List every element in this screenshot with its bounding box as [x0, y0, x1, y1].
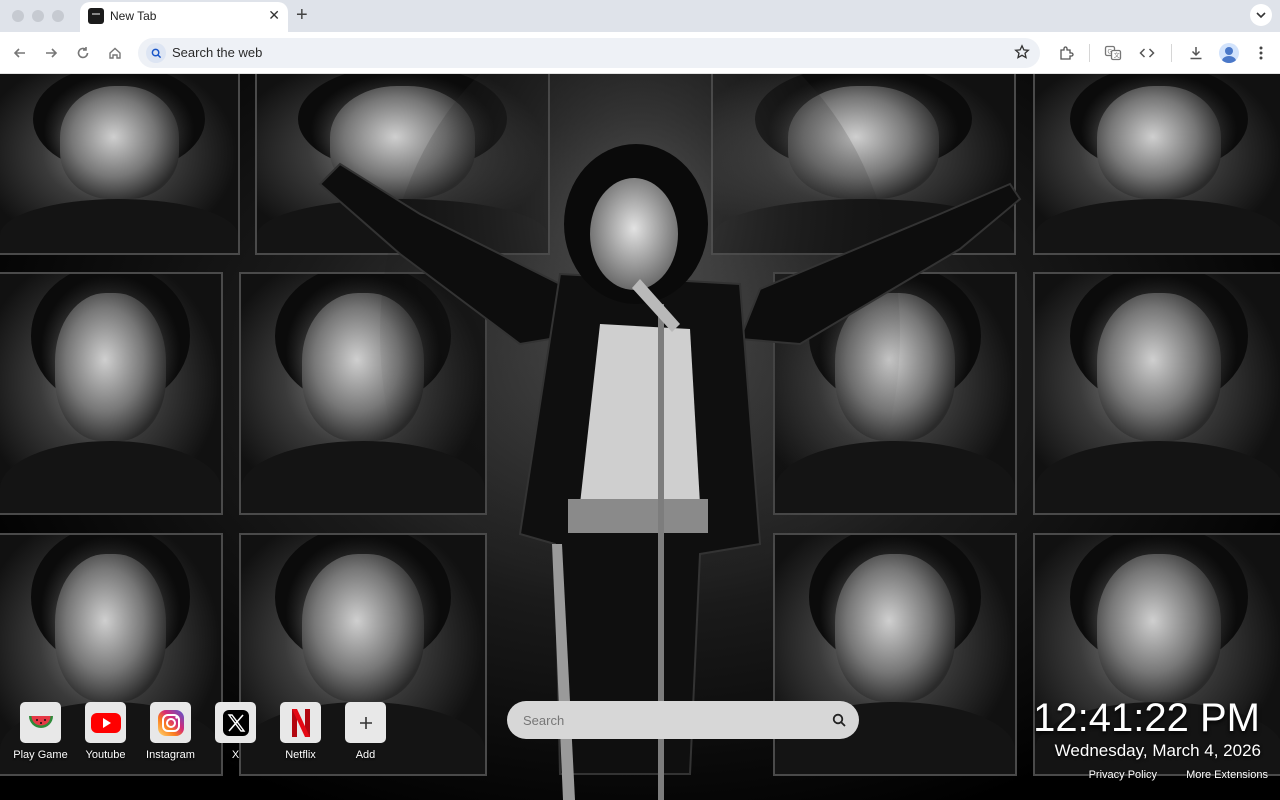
x-icon	[215, 702, 256, 743]
search-icon[interactable]	[829, 710, 849, 730]
tab-title: New Tab	[110, 9, 157, 23]
shortcut-instagram[interactable]: Instagram	[138, 702, 203, 766]
profile-icon[interactable]	[1219, 43, 1239, 63]
clock-time: 12:41:22 PM	[1033, 696, 1260, 740]
more-extensions-link[interactable]: More Extensions	[1186, 769, 1268, 781]
new-tab-page: Play Game Youtube Instagram X Netflix Ad…	[0, 74, 1280, 800]
netflix-icon	[280, 702, 321, 743]
shortcuts-bar: Play Game Youtube Instagram X Netflix Ad…	[8, 702, 398, 766]
home-icon[interactable]	[105, 43, 125, 63]
new-tab-button[interactable]: +	[296, 4, 308, 26]
chevron-down-icon	[1256, 12, 1266, 19]
translate-icon[interactable]: G文	[1103, 43, 1123, 63]
shortcut-play-game[interactable]: Play Game	[8, 702, 73, 766]
search-icon	[146, 43, 166, 63]
youtube-icon	[85, 702, 126, 743]
browser-toolbar: Search the web G文	[0, 32, 1280, 74]
star-icon[interactable]	[1014, 44, 1030, 65]
clock-date: Wednesday, March 4, 2026	[1054, 741, 1261, 760]
reload-icon[interactable]	[73, 43, 93, 63]
shortcut-netflix[interactable]: Netflix	[268, 702, 333, 766]
search-input[interactable]	[523, 711, 813, 729]
shortcut-add[interactable]: Add	[333, 702, 398, 766]
toolbar-divider	[1089, 44, 1090, 62]
tab-favicon-icon	[88, 8, 104, 24]
code-icon[interactable]	[1137, 43, 1157, 63]
download-icon[interactable]	[1186, 43, 1206, 63]
forward-icon[interactable]	[41, 43, 61, 63]
tab-strip: New Tab ✕ +	[0, 0, 1280, 32]
tab-close-icon[interactable]: ✕	[268, 7, 280, 23]
menu-icon[interactable]	[1251, 43, 1271, 63]
back-icon[interactable]	[10, 43, 30, 63]
wallpaper-performer-figure	[318, 74, 1022, 800]
shortcut-youtube[interactable]: Youtube	[73, 702, 138, 766]
address-bar-text: Search the web	[172, 45, 263, 60]
shortcut-label: Instagram	[146, 749, 195, 761]
browser-tab[interactable]: New Tab ✕	[80, 2, 288, 32]
shortcut-label: Add	[355, 749, 376, 761]
window-minimize-control[interactable]	[32, 10, 44, 22]
extensions-icon[interactable]	[1056, 43, 1076, 63]
shortcut-label: Youtube	[85, 749, 126, 761]
toolbar-divider	[1171, 44, 1172, 62]
shortcut-label: Play Game	[13, 749, 68, 761]
instagram-icon	[150, 702, 191, 743]
shortcut-label: X	[231, 749, 240, 761]
privacy-policy-link[interactable]: Privacy Policy	[1089, 769, 1157, 781]
footer-links: Privacy Policy More Extensions	[1089, 769, 1268, 781]
tab-search-button[interactable]	[1250, 4, 1272, 26]
search-box	[507, 701, 859, 739]
address-bar[interactable]: Search the web	[138, 38, 1040, 68]
watermelon-icon	[20, 702, 61, 743]
window-maximize-control[interactable]	[52, 10, 64, 22]
window-close-control[interactable]	[12, 10, 24, 22]
plus-icon	[345, 702, 386, 743]
shortcut-label: Netflix	[285, 749, 316, 761]
svg-text:G: G	[1108, 50, 1113, 56]
svg-text:文: 文	[1114, 52, 1120, 60]
shortcut-x[interactable]: X	[203, 702, 268, 766]
